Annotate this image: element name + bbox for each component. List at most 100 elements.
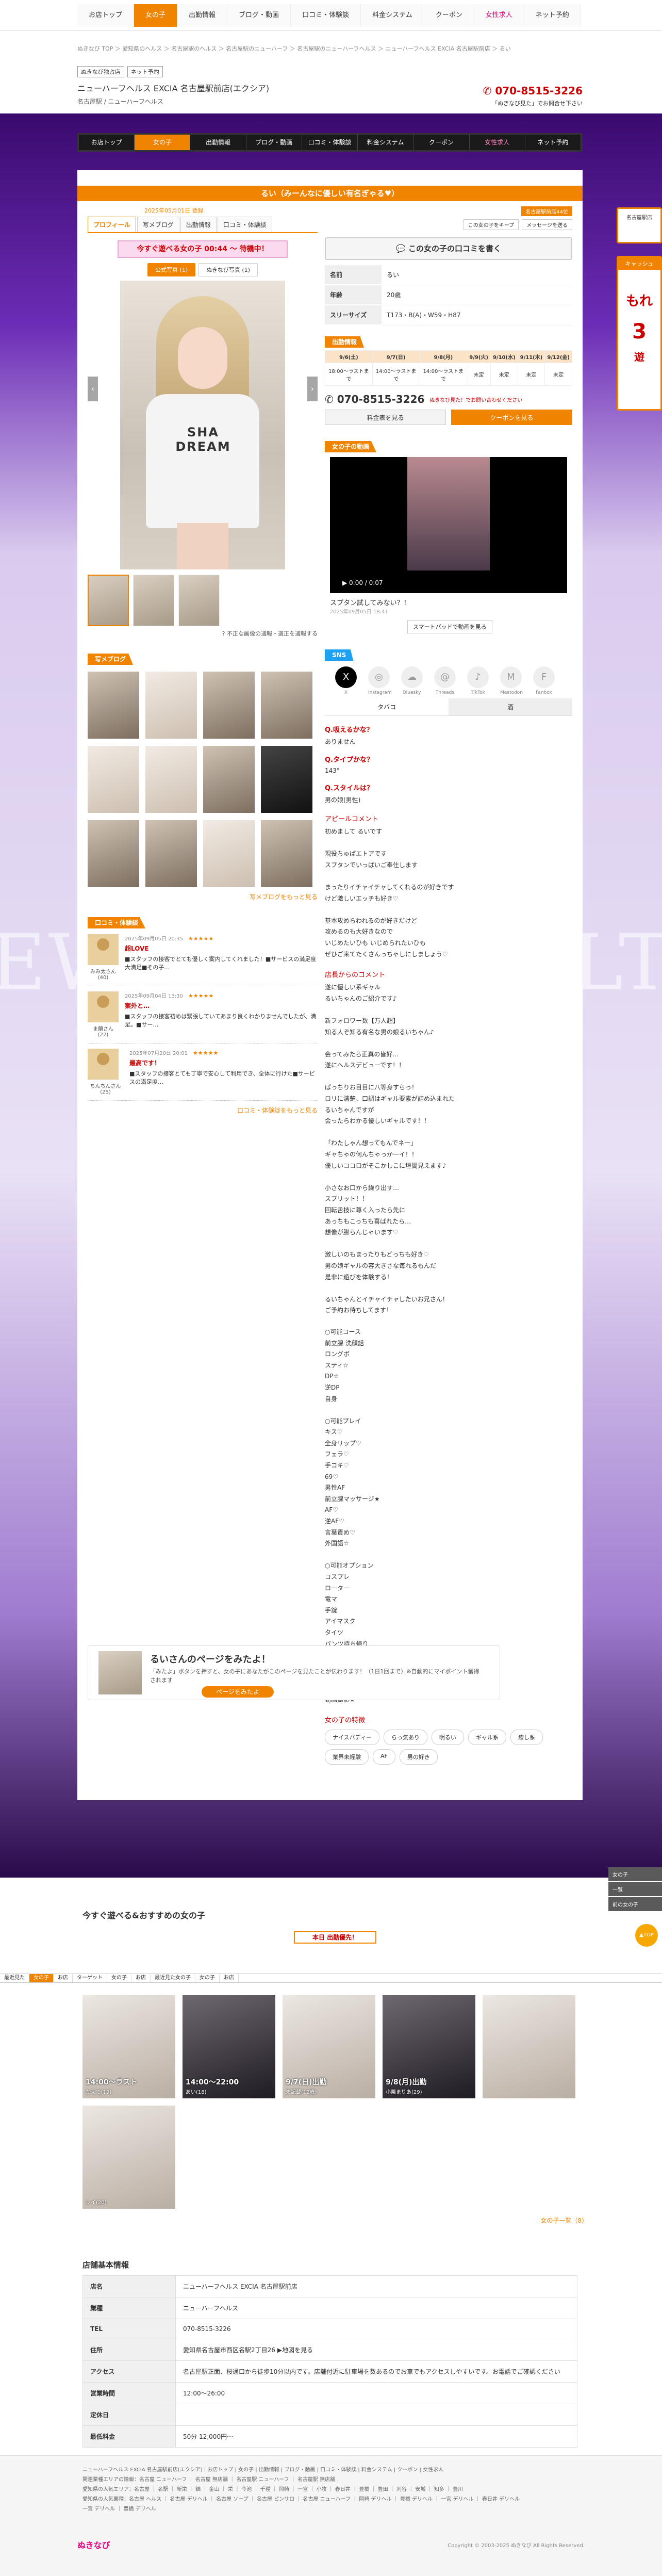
- review-item[interactable]: ちんちんさん(25) 2025年07月20日 20:01 ★★★★★ 最高です！ ■…: [88, 1044, 318, 1101]
- tiktok-icon[interactable]: ♪ TikTok: [467, 666, 489, 695]
- review-item[interactable]: ま蘭さん(22) 2025年09月04日 13:30 ★★★★★ 案外と… ■スタッ…: [88, 986, 318, 1044]
- page-title: るい（みーんなに優しい有名ぎゃる♥）: [77, 186, 583, 201]
- review-more-link[interactable]: 口コミ・体験談をもっと見る: [88, 1106, 318, 1115]
- blog-thumb[interactable]: [261, 746, 312, 813]
- blog-thumb[interactable]: [145, 672, 197, 739]
- main-photo[interactable]: SHA DREAM: [120, 281, 285, 569]
- report-link[interactable]: ? 不正な画像の通報・適正を通報する: [88, 629, 318, 638]
- play-icon[interactable]: ▶: [342, 579, 349, 586]
- footer-links[interactable]: ニューハーフヘルス EXCIA 名古屋駅前店(エクシア) | お店トップ | 女…: [82, 2465, 588, 2514]
- girls-more-link[interactable]: 女の子一覧（8）: [82, 2216, 588, 2225]
- breadcrumb[interactable]: ぬきなび TOP ＞ 愛知県のヘルス ＞ 名古屋駅のヘルス ＞ 名古屋駅のニュー…: [77, 44, 583, 53]
- photo-toggle: 公式写真 (1) ぬきなび写真 (1): [88, 263, 318, 276]
- blog-more-link[interactable]: 写メブログをもっと見る: [88, 892, 318, 901]
- side-cashback-banner[interactable]: キャッシュ もれ 3 遊: [617, 256, 662, 411]
- snav-reserve[interactable]: ネット予約: [525, 135, 581, 150]
- side-link-prev[interactable]: 前の女の子: [608, 1897, 662, 1911]
- official-photo-toggle[interactable]: 公式写真 (1): [147, 263, 196, 276]
- blog-thumb[interactable]: [145, 820, 197, 887]
- bluesky-icon[interactable]: ☁ Bluesky: [401, 666, 423, 695]
- tag[interactable]: 癒し系: [510, 1730, 543, 1746]
- girl-card[interactable]: 14:00〜ラスト かえで(19): [82, 1995, 175, 2098]
- tag[interactable]: 明るい: [431, 1730, 464, 1746]
- tag[interactable]: らっ気あり: [383, 1730, 427, 1746]
- message-button[interactable]: メッセージを送る: [522, 219, 572, 230]
- star-rating-icon: ★★★★★: [188, 935, 214, 942]
- side-link-girls[interactable]: 女の子: [608, 1867, 662, 1881]
- blog-thumb[interactable]: [261, 672, 312, 739]
- x-icon[interactable]: XX: [335, 666, 357, 695]
- blog-thumb[interactable]: [88, 746, 139, 813]
- fanbox-icon[interactable]: F Fanbox: [533, 666, 555, 695]
- keep-button[interactable]: この女の子をキープ: [463, 219, 519, 230]
- side-rank-badge[interactable]: 名古屋駅店: [617, 207, 662, 243]
- thumbnail[interactable]: [133, 575, 174, 626]
- girl-card[interactable]: [483, 1995, 575, 2098]
- tag[interactable]: 業界未経験: [325, 1749, 369, 1765]
- threads-icon[interactable]: @ Threads: [434, 666, 456, 695]
- go-top-button[interactable]: ▲TOP: [635, 1924, 658, 1947]
- snav-reviews[interactable]: 口コミ・体験談: [302, 135, 358, 150]
- tag[interactable]: AF: [373, 1749, 395, 1765]
- tab-girls[interactable]: 女の子: [134, 4, 178, 27]
- side-link-list[interactable]: 一覧: [608, 1882, 662, 1896]
- instagram-icon[interactable]: ◎ Instagram: [368, 666, 392, 695]
- sticky-history-bar: 最近見た 女の子 お店 ターゲット 女の子 お店 最近見た女の子 女の子 お店: [0, 1974, 662, 1983]
- blog-thumb[interactable]: [88, 672, 139, 739]
- tab-reviews[interactable]: 口コミ・体験談: [291, 4, 361, 27]
- snav-coupon[interactable]: クーポン: [413, 135, 470, 150]
- tab-attendance[interactable]: 出勤情報: [180, 217, 217, 232]
- blog-thumb[interactable]: [88, 820, 139, 887]
- snav-girls[interactable]: 女の子: [135, 135, 191, 150]
- blog-thumb[interactable]: [203, 672, 255, 739]
- video-app-button[interactable]: スマートパッドで動画を見る: [407, 620, 492, 633]
- blog-thumb[interactable]: [261, 820, 312, 887]
- snav-price[interactable]: 料金システム: [358, 135, 414, 150]
- coupon-button[interactable]: クーポンを見る: [451, 410, 572, 425]
- copyright: Copyright © 2003-2025 ぬきなび All Rights Re…: [448, 2543, 585, 2549]
- thumbnail[interactable]: [88, 575, 129, 626]
- snav-top[interactable]: お店トップ: [79, 135, 135, 150]
- schedule-table: 9/6(土) 9/7(日) 9/8(月) 9/9(火) 9/10(水) 9/11(木) 9/…: [325, 350, 572, 386]
- snav-schedule[interactable]: 出勤情報: [190, 135, 246, 150]
- thumbnail[interactable]: [178, 575, 220, 626]
- qa-tab-alcohol[interactable]: 酒: [449, 698, 572, 715]
- site-logo[interactable]: ぬきなび: [77, 2538, 110, 2551]
- price-button[interactable]: 料金表を見る: [325, 410, 446, 425]
- girl-tel[interactable]: ✆ 070-8515-3226: [325, 393, 424, 405]
- tag[interactable]: 男の好き: [399, 1749, 438, 1765]
- tab-blog[interactable]: ブログ・動画: [227, 4, 291, 27]
- review-item[interactable]: みみ太さん(40) 2025年09月05日 20:35 ★★★★★ 超LOVE ■ス…: [88, 929, 318, 986]
- girl-card[interactable]: 9/7(日)出勤 未記載(12歳): [283, 1995, 375, 2098]
- tab-price[interactable]: 料金システム: [361, 4, 424, 27]
- girl-thumb: [98, 1651, 142, 1694]
- prev-photo-arrow-icon[interactable]: ‹: [88, 377, 98, 401]
- snav-recruit[interactable]: 女性求人: [470, 135, 525, 150]
- snav-blog[interactable]: ブログ・動画: [246, 135, 302, 150]
- mastodon-icon[interactable]: M Mastodon: [500, 666, 523, 695]
- video-player[interactable]: ▶ 0:00 / 0:07: [330, 457, 567, 593]
- tab-photo-blog[interactable]: 写メブログ: [137, 217, 179, 232]
- header-tel[interactable]: ✆ 070-8515-3226: [483, 85, 583, 97]
- sns-head: SNS: [325, 649, 572, 661]
- blog-thumb[interactable]: [203, 820, 255, 887]
- next-photo-arrow-icon[interactable]: ›: [307, 377, 318, 401]
- tab-net-reserve[interactable]: ネット予約: [524, 4, 581, 27]
- girl-card[interactable]: 14:00〜22:00 あい(18): [183, 1995, 275, 2098]
- write-review-button[interactable]: 💬 この女の子の口コミを書く: [325, 237, 572, 260]
- qa-tab-tobacco[interactable]: タバコ: [325, 698, 449, 715]
- tab-coupon[interactable]: クーポン: [424, 4, 474, 27]
- girl-card[interactable]: レイ(20): [82, 2106, 175, 2209]
- nukinavi-photo-toggle[interactable]: ぬきなび写真 (1): [198, 263, 258, 276]
- mitayo-button[interactable]: ページをみたよ: [202, 1686, 274, 1698]
- tab-recruit[interactable]: 女性求人: [474, 4, 524, 27]
- girl-card[interactable]: 9/8(月)出勤 小栗まりあ(29): [383, 1995, 475, 2098]
- tab-profile[interactable]: プロフィール: [88, 217, 136, 232]
- tab-review[interactable]: 口コミ・体験談: [217, 217, 272, 232]
- tag[interactable]: ナイスバディー: [325, 1730, 379, 1746]
- blog-thumb[interactable]: [203, 746, 255, 813]
- tag[interactable]: ギャル系: [468, 1730, 506, 1746]
- tab-schedule[interactable]: 出勤情報: [177, 4, 228, 27]
- blog-thumb[interactable]: [145, 746, 197, 813]
- tab-shop-top[interactable]: お店トップ: [77, 4, 135, 27]
